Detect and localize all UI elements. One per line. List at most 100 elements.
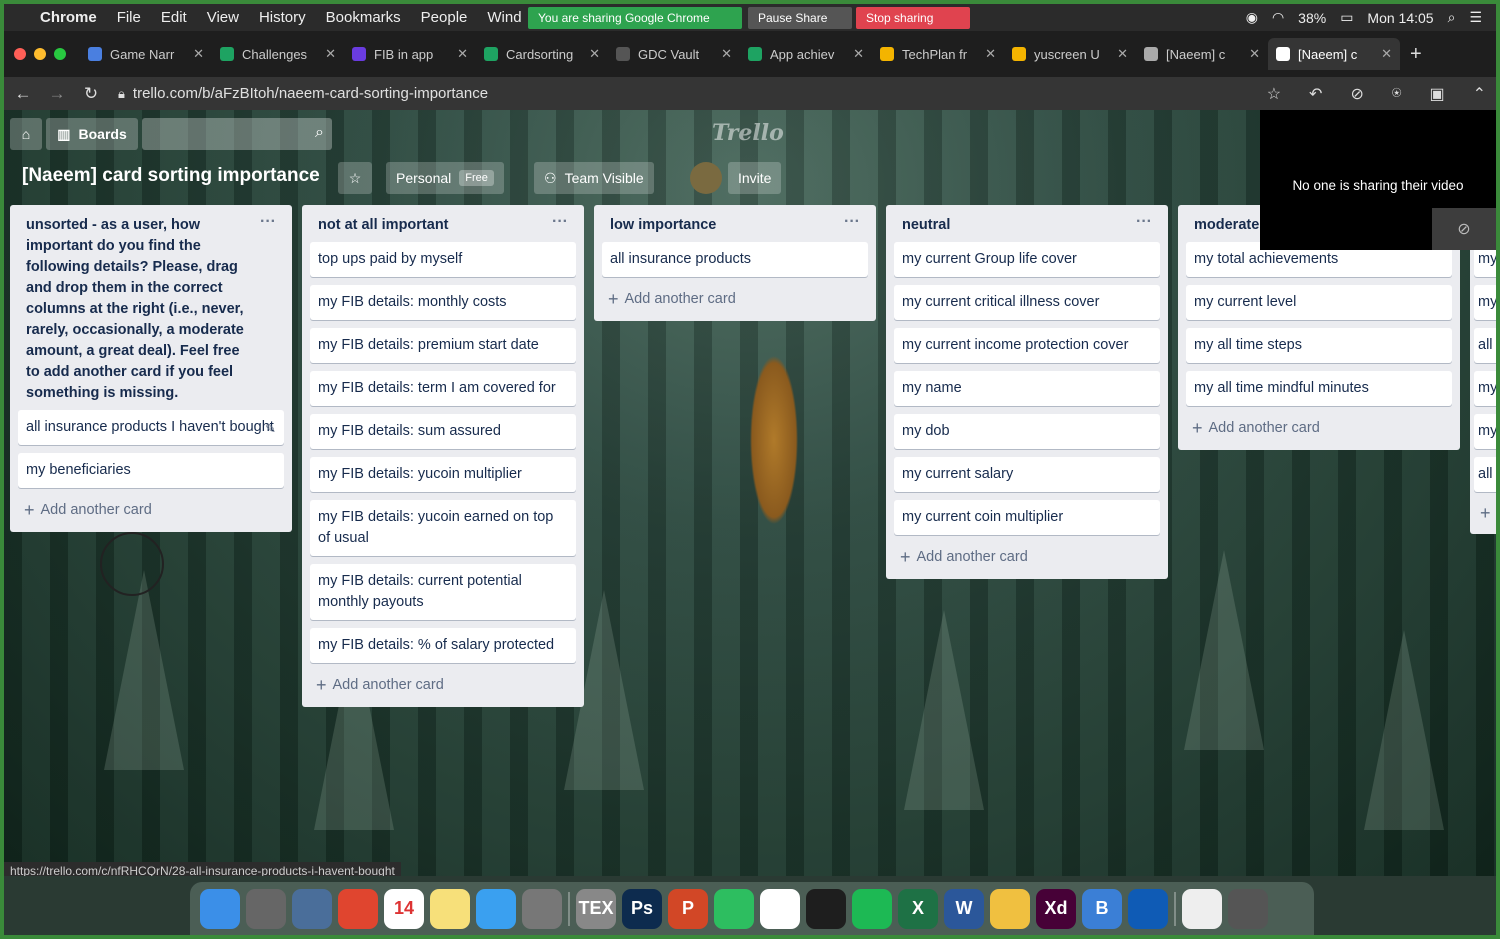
collapse-icon[interactable]: ⌃ bbox=[1473, 84, 1486, 104]
dock-figma-icon[interactable] bbox=[806, 888, 846, 929]
menu-history[interactable]: History bbox=[259, 9, 306, 26]
card[interactable]: my name bbox=[894, 371, 1160, 406]
bookmark-star-icon[interactable]: ☆ bbox=[1267, 84, 1281, 104]
microphone-icon[interactable]: ⍟ bbox=[1392, 85, 1402, 103]
card[interactable]: my FIB details: monthly costs bbox=[310, 285, 576, 320]
card[interactable]: my FIB details: current potential monthl… bbox=[310, 564, 576, 620]
dock-trash-icon[interactable] bbox=[1228, 888, 1268, 929]
card[interactable]: my bbox=[1474, 371, 1496, 406]
card[interactable]: my current income protection cover bbox=[894, 328, 1160, 363]
address-field[interactable]: 🔒︎ trello.com/b/aFzBItoh/naeem-card-sort… bbox=[118, 85, 488, 102]
card[interactable]: my current Group life cover bbox=[894, 242, 1160, 277]
tab-9[interactable]: [Naeem] c ✕ bbox=[1136, 38, 1268, 70]
tab-6[interactable]: App achiev ✕ bbox=[740, 38, 872, 70]
dock-spotify-icon[interactable] bbox=[852, 888, 892, 929]
card[interactable]: my current critical illness cover bbox=[894, 285, 1160, 320]
tab-3[interactable]: FIB in app ✕ bbox=[344, 38, 476, 70]
dock-adobe-xd-icon[interactable]: Xd bbox=[1036, 888, 1076, 929]
control-center-icon[interactable]: ☰ bbox=[1469, 9, 1482, 26]
card[interactable]: my FIB details: sum assured bbox=[310, 414, 576, 449]
close-tab-icon[interactable]: ✕ bbox=[1249, 46, 1260, 62]
close-tab-icon[interactable]: ✕ bbox=[193, 46, 204, 62]
camera-off-icon[interactable]: ⊘ bbox=[1350, 84, 1363, 104]
visibility-button[interactable]: ⚇ Team Visible bbox=[534, 162, 654, 194]
add-card-button[interactable]: + Add another card bbox=[602, 285, 868, 313]
card[interactable]: my FIB details: yucoin earned on top of … bbox=[310, 500, 576, 556]
dock-launchpad-icon[interactable] bbox=[246, 888, 286, 929]
close-tab-icon[interactable]: ✕ bbox=[721, 46, 732, 62]
close-tab-icon[interactable]: ✕ bbox=[1381, 46, 1392, 62]
invite-button[interactable]: Invite bbox=[728, 162, 782, 194]
add-card-button[interactable]: + Add another card bbox=[1186, 414, 1452, 442]
dock-tex-icon[interactable]: TEX bbox=[576, 888, 616, 929]
list-title[interactable]: neutral bbox=[902, 215, 950, 236]
tab-1[interactable]: Game Narr ✕ bbox=[80, 38, 212, 70]
add-card-button[interactable]: + bbox=[1474, 500, 1496, 526]
dock-bootstrap-studio-icon[interactable]: B bbox=[1082, 888, 1122, 929]
forward-icon[interactable]: → bbox=[42, 84, 72, 104]
stop-sharing-button[interactable]: Stop sharing bbox=[856, 7, 970, 29]
card[interactable]: all bbox=[1474, 328, 1496, 363]
back-icon[interactable]: ← bbox=[8, 84, 38, 104]
menu-bookmarks[interactable]: Bookmarks bbox=[326, 9, 401, 26]
list-menu-icon[interactable]: ··· bbox=[844, 214, 860, 230]
close-window-button[interactable] bbox=[14, 48, 26, 60]
list-title[interactable]: moderate bbox=[1194, 215, 1259, 236]
list-menu-icon[interactable]: ··· bbox=[552, 214, 568, 230]
dock-photoshop-icon[interactable]: Ps bbox=[622, 888, 662, 929]
list-title[interactable]: low importance bbox=[610, 215, 716, 236]
list-menu-icon[interactable]: ··· bbox=[260, 214, 276, 230]
undo-icon[interactable]: ↶ bbox=[1309, 84, 1322, 104]
card[interactable]: my current level bbox=[1186, 285, 1452, 320]
pause-share-button[interactable]: Pause Share bbox=[748, 7, 852, 29]
tab-8[interactable]: yuscreen U ✕ bbox=[1004, 38, 1136, 70]
card[interactable]: my all time mindful minutes bbox=[1186, 371, 1452, 406]
add-card-button[interactable]: + Add another card bbox=[894, 543, 1160, 571]
tab-4[interactable]: Cardsorting ✕ bbox=[476, 38, 608, 70]
dock-chrome-icon[interactable] bbox=[338, 888, 378, 929]
zoom-window-button[interactable] bbox=[54, 48, 66, 60]
reload-icon[interactable]: ↻ bbox=[76, 84, 106, 104]
card[interactable]: my all time steps bbox=[1186, 328, 1452, 363]
close-tab-icon[interactable]: ✕ bbox=[1117, 46, 1128, 62]
card[interactable]: my FIB details: term I am covered for bbox=[310, 371, 576, 406]
add-card-button[interactable]: + Add another card bbox=[18, 496, 284, 524]
menu-file[interactable]: File bbox=[117, 9, 141, 26]
edit-pencil-icon[interactable]: ✎ bbox=[265, 418, 276, 439]
card[interactable]: my FIB details: % of salary protected bbox=[310, 628, 576, 663]
tab-5[interactable]: GDC Vault ✕ bbox=[608, 38, 740, 70]
dock-calendar-icon[interactable]: 14 bbox=[384, 888, 424, 929]
dock-preview-files-icon[interactable] bbox=[1182, 888, 1222, 929]
dock-mail-icon[interactable] bbox=[990, 888, 1030, 929]
list-title[interactable]: not at all important bbox=[318, 215, 449, 236]
dock-system-preferences-icon[interactable] bbox=[522, 888, 562, 929]
close-tab-icon[interactable]: ✕ bbox=[853, 46, 864, 62]
card[interactable]: my beneficiaries bbox=[18, 453, 284, 488]
trello-logo[interactable]: Trello bbox=[712, 120, 784, 146]
close-tab-icon[interactable]: ✕ bbox=[457, 46, 468, 62]
search-input[interactable]: ⌕ bbox=[142, 118, 332, 150]
menu-edit[interactable]: Edit bbox=[161, 9, 187, 26]
card[interactable]: my FIB details: yucoin multiplier bbox=[310, 457, 576, 492]
avatar[interactable] bbox=[690, 162, 722, 194]
dock-messages-icon[interactable] bbox=[476, 888, 516, 929]
record-icon[interactable]: ◉ bbox=[1246, 9, 1258, 26]
card[interactable]: my current salary bbox=[894, 457, 1160, 492]
card[interactable]: my FIB details: premium start date bbox=[310, 328, 576, 363]
new-tab-button[interactable]: + bbox=[1410, 43, 1422, 66]
card[interactable]: all bbox=[1474, 457, 1496, 492]
card[interactable]: my so bbox=[1474, 414, 1496, 449]
tab-2[interactable]: Challenges ✕ bbox=[212, 38, 344, 70]
dock-slack-icon[interactable] bbox=[760, 888, 800, 929]
list-title[interactable]: unsorted - as a user, how important do y… bbox=[26, 215, 260, 404]
add-card-button[interactable]: + Add another card bbox=[310, 671, 576, 699]
menu-app-name[interactable]: Chrome bbox=[40, 9, 97, 26]
home-icon[interactable]: ⌂ bbox=[10, 118, 42, 150]
minimize-window-button[interactable] bbox=[34, 48, 46, 60]
dock-preview-icon[interactable] bbox=[292, 888, 332, 929]
close-tab-icon[interactable]: ✕ bbox=[985, 46, 996, 62]
dock-excel-icon[interactable]: X bbox=[898, 888, 938, 929]
star-icon[interactable]: ☆ bbox=[338, 162, 372, 194]
menu-view[interactable]: View bbox=[207, 9, 239, 26]
spotlight-icon[interactable]: ⌕ bbox=[1448, 9, 1456, 26]
